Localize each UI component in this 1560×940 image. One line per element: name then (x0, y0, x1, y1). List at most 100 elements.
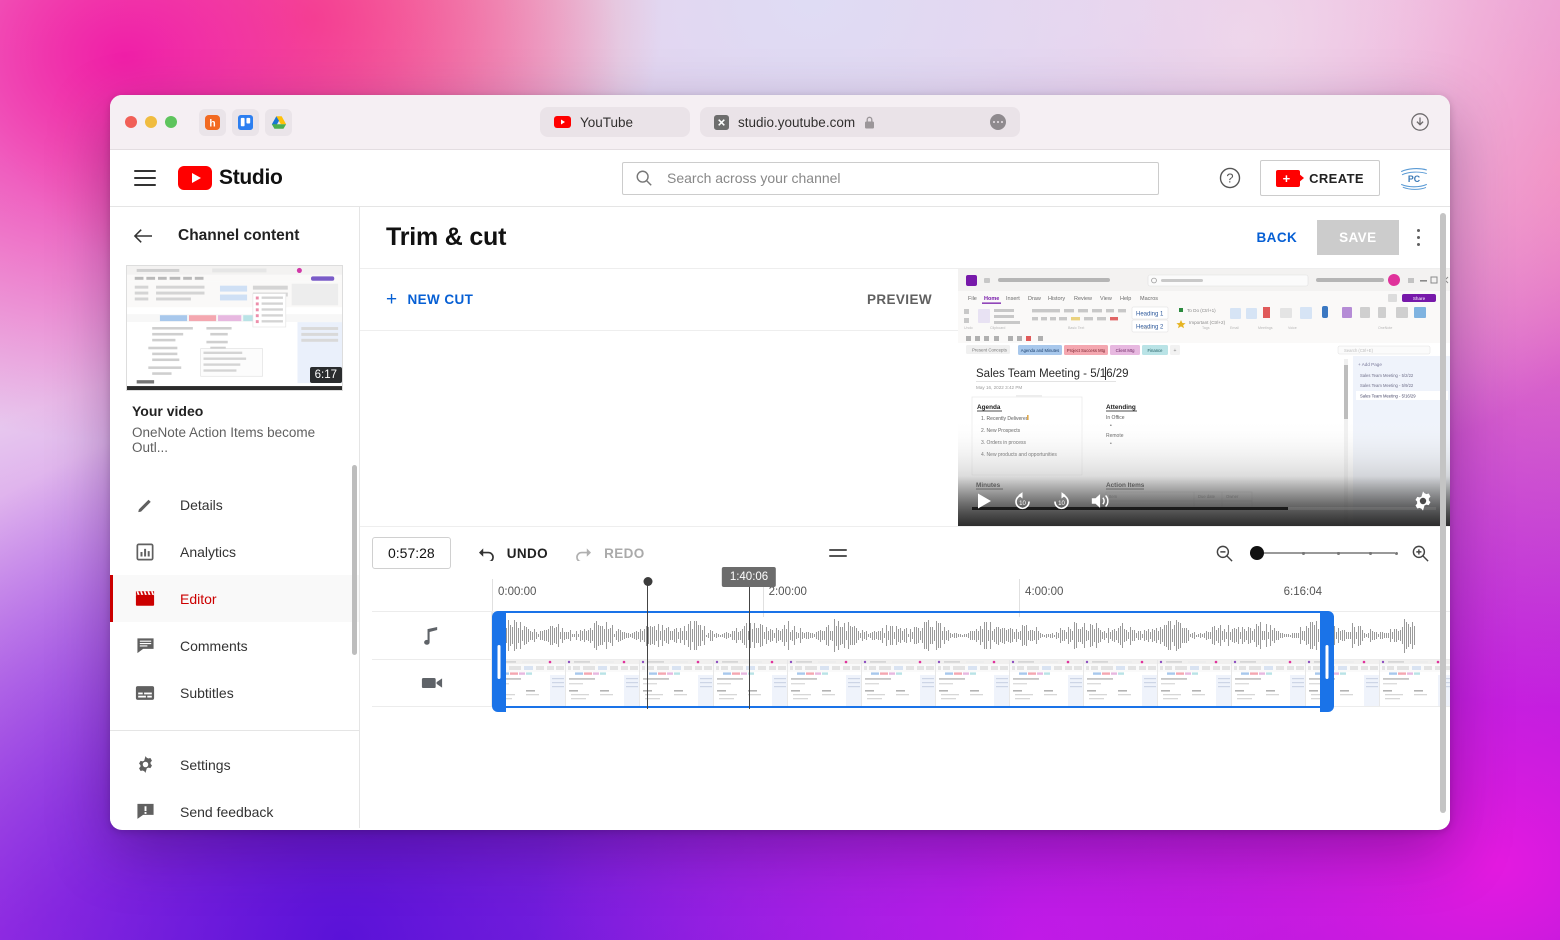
browser-tab-youtube[interactable]: YouTube (540, 107, 690, 137)
clapperboard-icon (134, 590, 156, 607)
timeline-toolbar: 0:57:28 UNDO REDO (360, 527, 1450, 579)
audio-track-row (372, 611, 1450, 659)
help-icon[interactable]: ? (1218, 166, 1242, 190)
time-marker-flag: 1:40:06 (721, 567, 777, 587)
zoom-slider-thumb[interactable] (1249, 546, 1264, 560)
timeline-ruler[interactable]: 0:00:00 2:00:00 4:00:00 6:16:04 (492, 579, 1322, 617)
sidebar-item-comments[interactable]: Comments (110, 622, 359, 669)
avatar[interactable]: PC (1398, 164, 1430, 192)
search-input[interactable] (667, 170, 1146, 186)
main-scrollbar[interactable] (1440, 213, 1446, 813)
pencil-icon (134, 495, 156, 514)
tab-more-icon[interactable] (990, 114, 1006, 130)
gear-icon[interactable] (1412, 490, 1434, 512)
search-bar[interactable] (622, 161, 1159, 195)
new-cut-button[interactable]: + NEW CUT (386, 290, 473, 309)
svg-text:Search (Ctrl+E): Search (Ctrl+E) (1344, 348, 1374, 353)
video-player[interactable]: File Home Insert Draw History Review View Hel… (958, 269, 1450, 526)
close-tab-icon[interactable] (714, 114, 729, 130)
current-time-field[interactable]: 0:57:28 (372, 537, 451, 569)
new-cut-label: NEW CUT (407, 292, 474, 307)
playhead-knob[interactable] (643, 577, 652, 586)
studio-logo[interactable]: Studio (178, 166, 283, 190)
filmstrip-frame (936, 660, 1010, 706)
svg-text:Macros: Macros (1140, 296, 1158, 302)
ruler-label: 0:00:00 (498, 586, 537, 598)
drag-handle-icon[interactable] (828, 549, 847, 557)
playhead[interactable] (643, 577, 652, 709)
svg-text:Heading 1: Heading 1 (1136, 312, 1164, 318)
svg-text:History: History (1048, 296, 1065, 302)
minimize-window-button[interactable] (145, 116, 157, 128)
svg-text:+: + (1174, 348, 1177, 354)
sidebar-item-subtitles[interactable]: Subtitles (110, 669, 359, 716)
arrow-left-icon[interactable] (132, 227, 154, 245)
sidebar-item-editor[interactable]: Editor (110, 575, 359, 622)
breadcrumb-label: Channel content (178, 227, 300, 244)
thumbnail-duration: 6:17 (309, 367, 342, 383)
zoom-out-icon[interactable] (1215, 544, 1234, 563)
honey-icon[interactable]: h (199, 108, 226, 136)
svg-text:Basic Text: Basic Text (1068, 326, 1084, 330)
close-window-button[interactable] (125, 116, 137, 128)
page-title: Trim & cut (386, 223, 507, 251)
svg-text:Help: Help (1120, 296, 1131, 302)
save-button[interactable]: SAVE (1317, 220, 1399, 255)
svg-text:Finance: Finance (1148, 348, 1164, 353)
play-icon[interactable] (974, 491, 994, 511)
more-vertical-icon[interactable] (1413, 223, 1425, 253)
filmstrip-frame (1084, 660, 1158, 706)
filmstrip-frame (788, 660, 862, 706)
sidebar-item-details[interactable]: Details (110, 481, 359, 528)
music-note-icon (372, 612, 492, 659)
svg-text:h: h (209, 118, 215, 129)
browser-tab-studio[interactable]: studio.youtube.com (700, 107, 1020, 137)
redo-button[interactable]: REDO (574, 546, 645, 561)
trello-icon[interactable] (232, 108, 259, 136)
zoom-in-icon[interactable] (1411, 544, 1430, 563)
video-label: Your video (132, 403, 204, 419)
forward-10-icon[interactable]: 10 (1051, 491, 1072, 512)
browser-tab-label: YouTube (580, 114, 634, 130)
time-marker-line[interactable] (749, 581, 750, 709)
svg-text:Sales Team Meeting - 5/16/29: Sales Team Meeting - 5/16/29 (1360, 393, 1416, 398)
sidebar-item-label: Subtitles (180, 684, 234, 701)
main-content: Trim & cut BACK SAVE + NEW CUT PREVIEW F… (360, 207, 1450, 828)
sidebar-item-settings[interactable]: Settings (110, 741, 359, 788)
audio-waveform[interactable] (492, 612, 1450, 659)
sidebar-item-label: Send feedback (180, 803, 274, 820)
download-icon[interactable] (1410, 112, 1430, 132)
cut-toolbar: + NEW CUT PREVIEW (360, 269, 958, 331)
svg-text:Review: Review (1074, 296, 1092, 302)
ruler-label: 4:00:00 (1025, 586, 1064, 598)
create-button[interactable]: + CREATE (1260, 160, 1380, 196)
undo-button[interactable]: UNDO (477, 546, 548, 561)
video-camera-plus-icon: + (1276, 169, 1305, 187)
sidebar-item-analytics[interactable]: Analytics (110, 528, 359, 575)
sidebar-scrollbar[interactable] (352, 465, 357, 655)
svg-text:Undo: Undo (964, 326, 973, 330)
bar-chart-icon (134, 542, 156, 561)
breadcrumb[interactable]: Channel content (110, 207, 359, 265)
volume-icon[interactable] (1090, 491, 1112, 511)
svg-text:Tags: Tags (1202, 326, 1210, 330)
replay-10-icon[interactable]: 10 (1012, 491, 1033, 512)
back-button[interactable]: BACK (1245, 222, 1310, 253)
svg-text:May 16, 2022 3:42 PM: May 16, 2022 3:42 PM (976, 385, 1022, 390)
brand-label: Studio (219, 166, 283, 189)
redo-icon (574, 546, 593, 561)
zoom-slider[interactable] (1249, 546, 1398, 560)
video-thumbnail[interactable]: 6:17 (126, 265, 343, 391)
google-drive-icon[interactable] (265, 108, 292, 136)
video-filmstrip[interactable] (492, 660, 1450, 706)
video-meta: Your video OneNote Action Items become O… (110, 391, 359, 459)
svg-text:?: ? (1227, 171, 1234, 186)
hamburger-icon[interactable] (134, 165, 156, 191)
preview-label: PREVIEW (866, 292, 932, 307)
svg-text:Sales Team Meeting - 5/9/22: Sales Team Meeting - 5/9/22 (1360, 383, 1414, 388)
filmstrip-frame (492, 660, 566, 706)
studio-header: Studio ? + CREATE PC (110, 150, 1450, 207)
maximize-window-button[interactable] (165, 116, 177, 128)
svg-text:View: View (1100, 296, 1112, 302)
sidebar-item-send-feedback[interactable]: Send feedback (110, 788, 359, 830)
